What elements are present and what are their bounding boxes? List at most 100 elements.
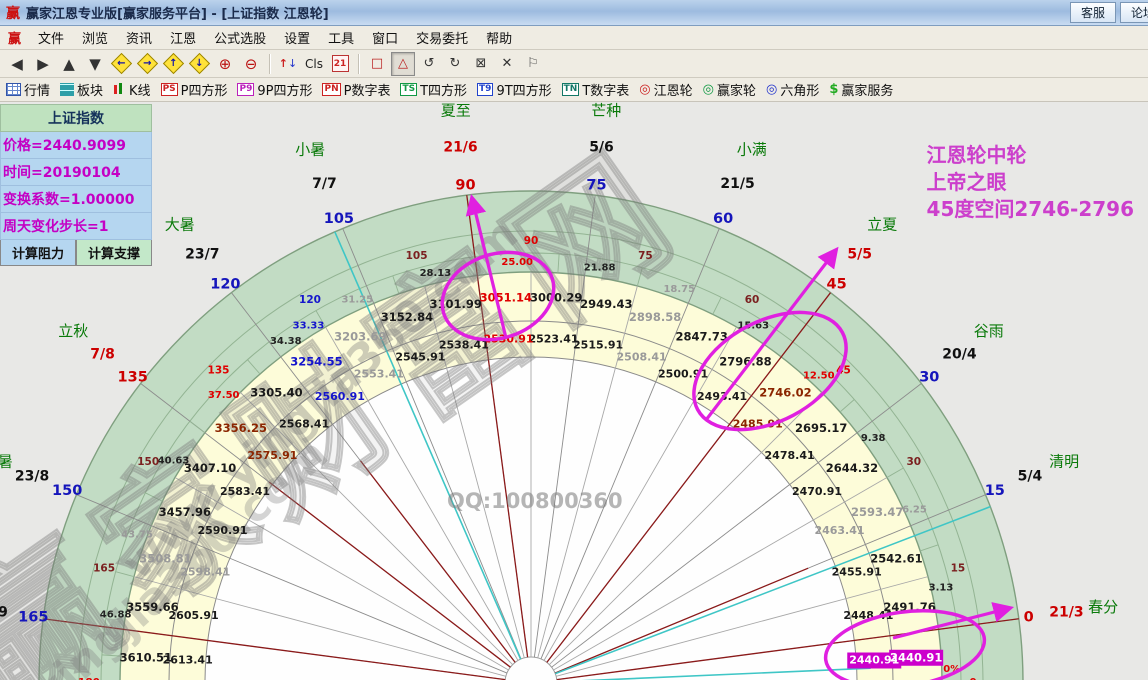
svg-text:2515.91: 2515.91 xyxy=(573,339,623,352)
svg-text:105: 105 xyxy=(406,250,428,262)
svg-text:23/7: 23/7 xyxy=(185,247,219,263)
svg-text:30: 30 xyxy=(919,369,939,385)
svg-text:3051.14: 3051.14 xyxy=(480,290,532,304)
main-toolbar: ◀ ▶ ▲ ▼ ← → ↑ ↓ ⊕ ⊖ ↑↓ Cls 21 □ △ ↺ ↻ ⊠ … xyxy=(0,50,1148,78)
svg-text:2898.58: 2898.58 xyxy=(629,310,681,324)
app-window: 赢 赢家江恩专业版[赢家服务平台] - [上证指数 江恩轮] 客服 论坛 赢 文… xyxy=(0,0,1148,680)
coefficient-row: 变换系数=1.00000 xyxy=(0,186,152,213)
nav-down-icon[interactable]: ▼ xyxy=(83,52,107,76)
toolbar-item-赢家服务[interactable]: $赢家服务 xyxy=(829,80,893,99)
svg-text:75: 75 xyxy=(586,177,606,193)
pan-right-icon[interactable]: → xyxy=(135,52,159,76)
toolbar-item-行情[interactable]: 行情 xyxy=(6,80,50,99)
rotate-ccw-icon[interactable]: ↺ xyxy=(417,52,441,76)
pan-left-icon[interactable]: ← xyxy=(109,52,133,76)
menu-settings[interactable]: 设置 xyxy=(275,26,319,49)
svg-text:2644.32: 2644.32 xyxy=(826,461,878,475)
menu-bar: 赢 文件 浏览 资讯 江恩 公式选股 设置 工具 窗口 交易委托 帮助 xyxy=(0,26,1148,50)
svg-text:QQ:100800360: QQ:100800360 xyxy=(447,489,623,513)
toolbar-item-板块[interactable]: 板块 xyxy=(60,80,103,99)
svg-text:0: 0 xyxy=(1024,610,1034,626)
symbol-title: 上证指数 xyxy=(0,104,152,132)
toolbar-item-9T四方形[interactable]: T99T四方形 xyxy=(477,80,552,99)
nav-forward-icon[interactable]: ▶ xyxy=(31,52,55,76)
menu-file[interactable]: 文件 xyxy=(29,26,73,49)
svg-text:120: 120 xyxy=(299,294,321,306)
pan-up-icon[interactable]: ↑ xyxy=(161,52,185,76)
svg-text:2847.73: 2847.73 xyxy=(676,329,728,343)
toolbar-item-P数字表[interactable]: PNP数字表 xyxy=(322,80,390,99)
menu-tools[interactable]: 工具 xyxy=(319,26,363,49)
menu-window[interactable]: 窗口 xyxy=(363,26,407,49)
menu-news[interactable]: 资讯 xyxy=(117,26,161,49)
svg-text:处暑: 处暑 xyxy=(0,453,13,471)
svg-text:120: 120 xyxy=(210,277,240,293)
zoom-out-icon[interactable]: ⊖ xyxy=(239,52,263,76)
svg-text:2455.91: 2455.91 xyxy=(832,565,882,578)
nav-back-icon[interactable]: ◀ xyxy=(5,52,29,76)
toolbar-item-江恩轮[interactable]: ◎江恩轮 xyxy=(639,80,692,99)
svg-text:12.50: 12.50 xyxy=(803,371,835,382)
svg-text:33.33: 33.33 xyxy=(293,321,325,332)
toolbar-item-K线[interactable]: K线 xyxy=(113,80,151,99)
draw-rect-icon[interactable]: □ xyxy=(365,52,389,76)
toolbar-item-9P四方形[interactable]: P99P四方形 xyxy=(237,80,312,99)
forum-button[interactable]: 论坛 xyxy=(1120,2,1148,23)
toolbar-item-六角形[interactable]: ◎六角形 xyxy=(766,80,819,99)
svg-text:150: 150 xyxy=(137,456,159,468)
svg-text:45: 45 xyxy=(827,277,847,293)
draw-triangle-icon[interactable]: △ xyxy=(391,52,415,76)
svg-text:2695.17: 2695.17 xyxy=(795,421,847,435)
menu-formula-stockpick[interactable]: 公式选股 xyxy=(205,26,275,49)
svg-text:3508.81: 3508.81 xyxy=(139,551,191,565)
title-bar: 赢 赢家江恩专业版[赢家服务平台] - [上证指数 江恩轮] 客服 论坛 xyxy=(0,0,1148,26)
flag-tool-icon[interactable]: ⚐ xyxy=(521,52,545,76)
svg-text:60: 60 xyxy=(713,211,733,227)
toolbar-item-T数字表[interactable]: TNT数字表 xyxy=(562,80,630,99)
pan-down-icon[interactable]: ↓ xyxy=(187,52,211,76)
annotation-line-3: 45度空间2746-2796 xyxy=(927,196,1134,223)
svg-text:75: 75 xyxy=(638,250,653,262)
calc-resistance-button[interactable]: 计算阻力 xyxy=(0,240,76,266)
customer-service-button[interactable]: 客服 xyxy=(1070,2,1116,23)
chart-area[interactable]: 赢家财富网www.yingjia360.comwww.yingjia360.co… xyxy=(0,102,1148,680)
menu-help[interactable]: 帮助 xyxy=(477,26,521,49)
svg-text:3000.29: 3000.29 xyxy=(530,290,582,304)
svg-text:21.88: 21.88 xyxy=(584,263,616,274)
svg-text:43.75: 43.75 xyxy=(121,530,153,541)
svg-text:3610.51: 3610.51 xyxy=(120,650,172,664)
svg-text:2598.41: 2598.41 xyxy=(180,565,230,578)
svg-text:30: 30 xyxy=(906,456,921,468)
clear-button[interactable]: Cls xyxy=(302,52,326,76)
svg-text:2440.91: 2440.91 xyxy=(890,650,942,664)
calendar-icon[interactable]: 21 xyxy=(328,52,352,76)
nav-up-icon[interactable]: ▲ xyxy=(57,52,81,76)
rotate-cw-icon[interactable]: ↻ xyxy=(443,52,467,76)
svg-text:40.63: 40.63 xyxy=(158,456,190,467)
annotation-line-1: 江恩轮中轮 xyxy=(927,142,1134,169)
gann-annotation-text: 江恩轮中轮 上帝之眼 45度空间2746-2796 xyxy=(927,142,1134,223)
svg-text:90: 90 xyxy=(524,235,539,247)
svg-text:3457.96: 3457.96 xyxy=(159,505,211,519)
updown-marker-icon[interactable]: ↑↓ xyxy=(276,52,300,76)
toolbar-item-T四方形[interactable]: TST四方形 xyxy=(400,80,467,99)
zoom-in-icon[interactable]: ⊕ xyxy=(213,52,237,76)
svg-text:3152.84: 3152.84 xyxy=(381,310,433,324)
svg-text:2553.41: 2553.41 xyxy=(354,368,404,381)
toolbar-item-P四方形[interactable]: PSP四方形 xyxy=(161,80,228,99)
svg-text:3407.10: 3407.10 xyxy=(184,461,236,475)
svg-text:2478.41: 2478.41 xyxy=(765,449,815,462)
app-logo-icon: 赢 xyxy=(6,3,20,23)
toolbar-item-赢家轮[interactable]: ◎赢家轮 xyxy=(703,80,756,99)
calc-support-button[interactable]: 计算支撑 xyxy=(76,240,152,266)
svg-text:芒种: 芒种 xyxy=(591,102,621,119)
box-select-icon[interactable]: ⊠ xyxy=(469,52,493,76)
menu-browse[interactable]: 浏览 xyxy=(73,26,117,49)
crosshair-icon[interactable]: ✕ xyxy=(495,52,519,76)
svg-text:90: 90 xyxy=(455,177,475,193)
menu-gann[interactable]: 江恩 xyxy=(161,26,205,49)
svg-text:105: 105 xyxy=(324,211,354,227)
menu-trade[interactable]: 交易委托 xyxy=(407,26,477,49)
svg-text:165: 165 xyxy=(93,563,115,575)
svg-text:2590.91: 2590.91 xyxy=(197,524,247,537)
